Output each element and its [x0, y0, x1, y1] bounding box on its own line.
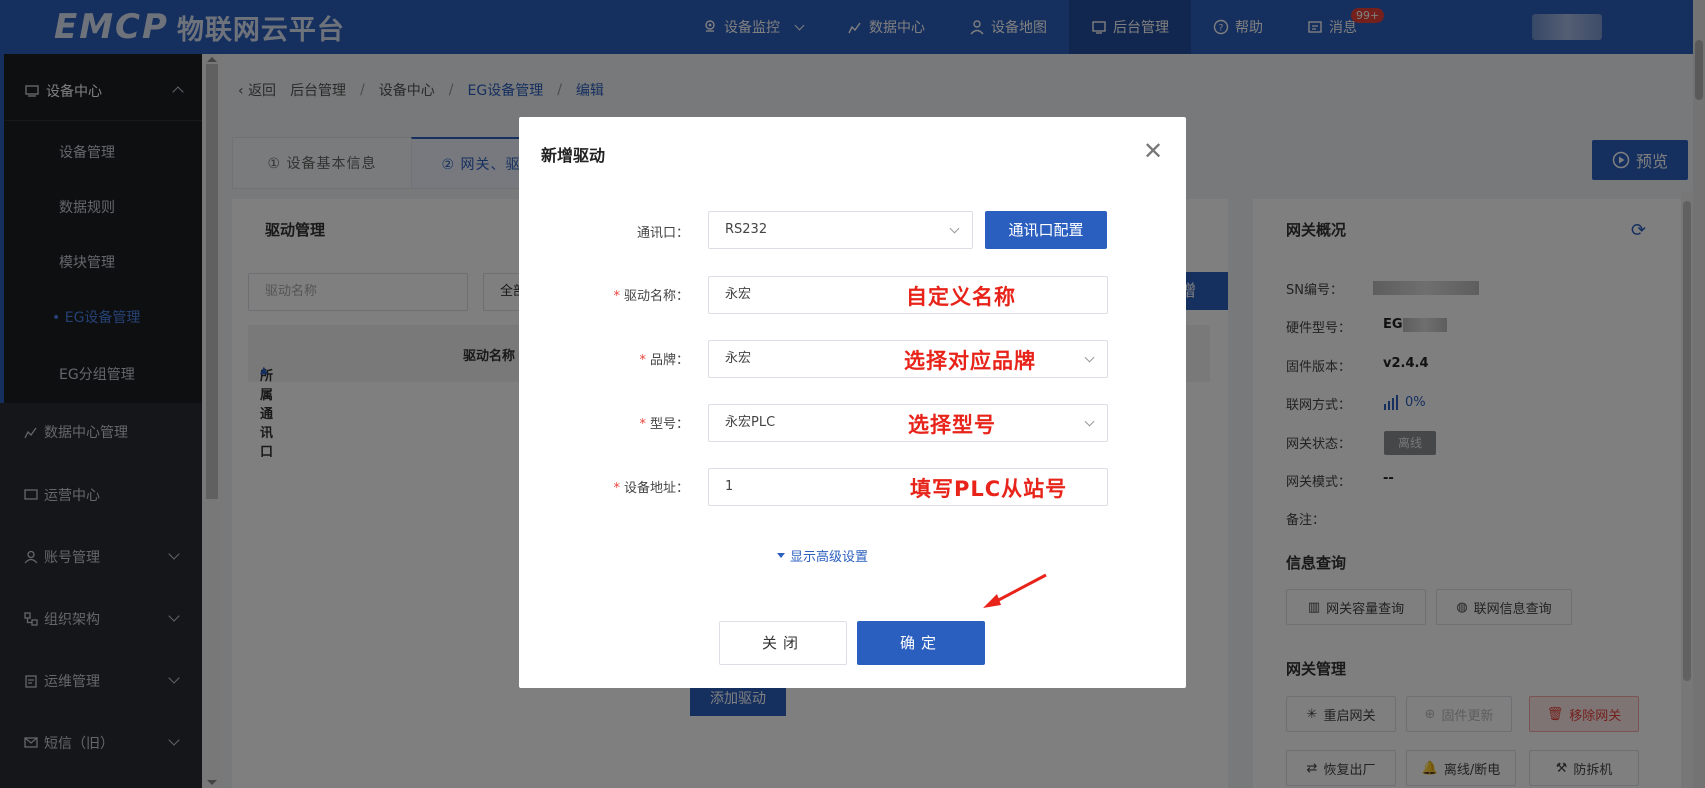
port-value: RS232	[725, 222, 768, 237]
modal-title: 新增驱动	[541, 146, 606, 165]
drive-name-value: 永宏	[725, 287, 752, 302]
caret-down-icon	[777, 553, 785, 558]
chevron-down-icon	[1084, 352, 1095, 363]
chevron-down-icon	[1084, 416, 1095, 427]
annotation-model: 选择型号	[908, 413, 996, 437]
model-label: * 型号：	[519, 413, 689, 432]
required-mark: *	[613, 289, 620, 304]
annotation-address: 填写PLC从站号	[910, 477, 1068, 501]
label-text: 品牌：	[649, 353, 689, 368]
confirm-button[interactable]: 确定	[857, 621, 985, 665]
device-address-label: * 设备地址：	[519, 477, 689, 496]
brand-label: * 品牌：	[519, 349, 689, 368]
close-icon[interactable]: ✕	[1143, 137, 1163, 165]
brand-value: 永宏	[725, 351, 752, 366]
close-button[interactable]: 关闭	[719, 621, 847, 665]
device-address-value: 1	[725, 479, 734, 494]
annotation-brand: 选择对应品牌	[904, 349, 1036, 373]
drive-name-label: * 驱动名称：	[519, 285, 689, 304]
add-driver-modal: 新增驱动 ✕ 通讯口： RS232 通讯口配置 * 驱动名称： 永宏 自定义名称 …	[519, 117, 1186, 688]
label-text: 驱动名称：	[623, 289, 689, 304]
required-mark: *	[639, 417, 646, 432]
required-mark: *	[613, 481, 620, 496]
label-text: 设备地址：	[623, 481, 689, 496]
model-value: 永宏PLC	[725, 415, 776, 430]
show-advanced-toggle[interactable]: 显示高级设置	[777, 546, 868, 565]
required-mark: *	[639, 353, 646, 368]
advanced-label: 显示高级设置	[790, 550, 869, 565]
annotation-custom-name: 自定义名称	[906, 285, 1016, 309]
port-label: 通讯口：	[636, 226, 689, 241]
port-select[interactable]: RS232	[708, 211, 973, 249]
label-text: 型号：	[649, 417, 689, 432]
annotation-arrow-icon	[983, 573, 1047, 608]
port-config-button[interactable]: 通讯口配置	[985, 211, 1107, 249]
chevron-down-icon	[949, 223, 960, 234]
